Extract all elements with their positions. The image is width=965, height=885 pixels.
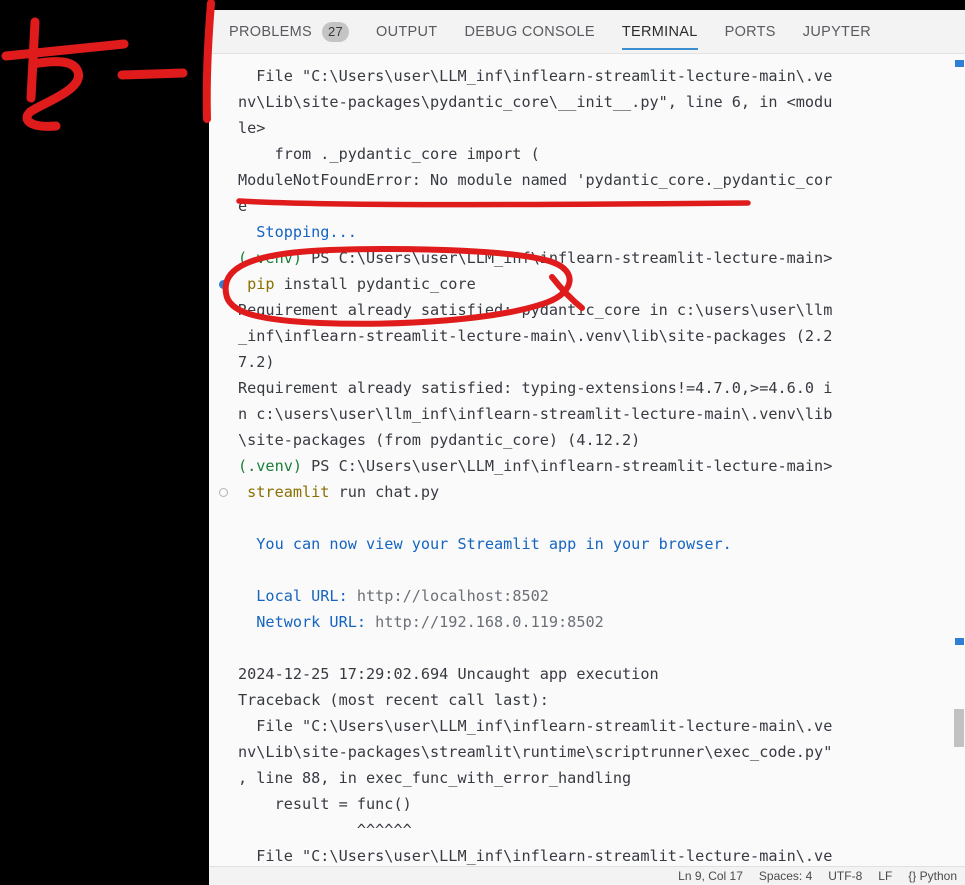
terminal-text: pip xyxy=(238,275,275,293)
terminal-text: result = func() xyxy=(238,795,412,813)
panel-tab-label: PORTS xyxy=(724,23,776,40)
terminal-text: streamlit xyxy=(238,483,330,501)
terminal-text: run chat.py xyxy=(329,483,440,501)
terminal-text: le> xyxy=(238,119,266,137)
terminal-line: n c:\users\user\llm_inf\inflearn-streaml… xyxy=(209,401,965,427)
panel-tabbar: PROBLEMS 27 OUTPUT DEBUG CONSOLE TERMINAL POR… xyxy=(209,10,965,54)
terminal-line: , line 88, in exec_func_with_error_handl… xyxy=(209,765,965,791)
terminal-text: n c:\users\user\llm_inf\inflearn-streaml… xyxy=(238,405,833,423)
terminal-text: _inf\inflearn-streamlit-lecture-main\.ve… xyxy=(238,327,833,345)
command-decoration-running-icon[interactable] xyxy=(219,488,228,497)
terminal-text: You can now view your Streamlit app in y… xyxy=(238,535,732,553)
overview-mark xyxy=(955,60,964,67)
terminal-text: install pydantic_core xyxy=(274,275,476,293)
terminal-line: pip install pydantic_core xyxy=(209,271,965,297)
terminal-text: http://localhost:8502 xyxy=(356,587,549,605)
terminal-text: nv\Lib\site-packages\pydantic_core\__ini… xyxy=(238,93,833,111)
status-bar-item[interactable]: UTF-8 xyxy=(828,869,862,883)
terminal-line: streamlit run chat.py xyxy=(209,479,965,505)
terminal-line: from ._pydantic_core import ( xyxy=(209,141,965,167)
terminal-text: ModuleNotFoundError: No module named 'py… xyxy=(238,171,833,189)
terminal-text: File "C:\Users\user\LLM_inf\inflearn-str… xyxy=(238,847,833,865)
terminal-text: Traceback (most recent call last): xyxy=(238,691,549,709)
vscode-bottom-panel: PROBLEMS 27 OUTPUT DEBUG CONSOLE TERMINAL POR… xyxy=(209,0,965,885)
terminal-line: 7.2) xyxy=(209,349,965,375)
terminal-text: http://192.168.0.119:8502 xyxy=(375,613,604,631)
terminal-text: File "C:\Users\user\LLM_inf\inflearn-str… xyxy=(238,67,833,85)
terminal-output[interactable]: File "C:\Users\user\LLM_inf\inflearn-str… xyxy=(209,54,965,866)
panel-tab-label: PROBLEMS xyxy=(229,23,312,40)
panel-tab-terminal[interactable]: TERMINAL xyxy=(621,10,698,54)
terminal-line: _inf\inflearn-streamlit-lecture-main\.ve… xyxy=(209,323,965,349)
panel-tab-label: TERMINAL xyxy=(621,23,698,40)
terminal-line: le> xyxy=(209,115,965,141)
terminal-text: Requirement already satisfied: typing-ex… xyxy=(238,379,833,397)
problems-count-badge: 27 xyxy=(321,21,350,42)
terminal-text: (.venv) xyxy=(238,249,303,267)
panel-tab-debug-console[interactable]: DEBUG CONSOLE xyxy=(464,10,594,54)
panel-top-fill xyxy=(209,0,965,10)
status-bar-item[interactable]: Spaces: 4 xyxy=(759,869,812,883)
terminal-text: PS C:\Users\user\LLM_inf\inflearn-stream… xyxy=(302,249,833,267)
terminal-text: from ._pydantic_core import ( xyxy=(238,145,540,163)
screenshot-root: PROBLEMS 27 OUTPUT DEBUG CONSOLE TERMINAL POR… xyxy=(0,0,965,885)
command-decoration-success-icon[interactable] xyxy=(219,280,228,289)
left-black-margin xyxy=(0,0,209,885)
terminal-text: nv\Lib\site-packages\streamlit\runtime\s… xyxy=(238,743,833,761)
terminal-text: , line 88, in exec_func_with_error_handl… xyxy=(238,769,632,787)
terminal-text: File "C:\Users\user\LLM_inf\inflearn-str… xyxy=(238,717,833,735)
terminal-line: ^^^^^^ xyxy=(209,817,965,843)
terminal-line: Stopping... xyxy=(209,219,965,245)
terminal-text: Stopping... xyxy=(238,223,357,241)
panel-tab-problems[interactable]: PROBLEMS 27 xyxy=(229,10,350,54)
status-bar-item[interactable]: LF xyxy=(878,869,892,883)
terminal-line: (.venv) PS C:\Users\user\LLM_inf\inflear… xyxy=(209,245,965,271)
terminal-line: Requirement already satisfied: typing-ex… xyxy=(209,375,965,401)
terminal-line: File "C:\Users\user\LLM_inf\inflearn-str… xyxy=(209,713,965,739)
terminal-line: result = func() xyxy=(209,791,965,817)
panel-tab-label: DEBUG CONSOLE xyxy=(464,23,595,40)
terminal-line: File "C:\Users\user\LLM_inf\inflearn-str… xyxy=(209,63,965,89)
terminal-text: ^^^^^^ xyxy=(238,821,412,839)
terminal-text: (.venv) xyxy=(238,457,303,475)
status-bar-item[interactable]: {} Python xyxy=(908,869,957,883)
terminal-text: e' xyxy=(238,197,257,215)
terminal-line: You can now view your Streamlit app in y… xyxy=(209,531,965,557)
panel-tab-label: JUPYTER xyxy=(802,23,871,40)
terminal-text: Network URL: xyxy=(238,613,376,631)
terminal-text: Local URL: xyxy=(238,587,357,605)
terminal-line: Traceback (most recent call last): xyxy=(209,687,965,713)
terminal-scrollbar[interactable] xyxy=(951,54,965,866)
terminal-line: (.venv) PS C:\Users\user\LLM_inf\inflear… xyxy=(209,453,965,479)
terminal-text: 2024-12-25 17:29:02.694 Uncaught app exe… xyxy=(238,665,659,683)
terminal-text: 7.2) xyxy=(238,353,275,371)
terminal-line: 2024-12-25 17:29:02.694 Uncaught app exe… xyxy=(209,661,965,687)
panel-tab-ports[interactable]: PORTS xyxy=(725,10,776,54)
terminal-text: PS C:\Users\user\LLM_inf\inflearn-stream… xyxy=(302,457,833,475)
terminal-line: Network URL: http://192.168.0.119:8502 xyxy=(209,609,965,635)
terminal-line: e' xyxy=(209,193,965,219)
status-bar-item[interactable]: Ln 9, Col 17 xyxy=(678,869,743,883)
overview-mark xyxy=(955,638,964,645)
status-bar: Ln 9, Col 17 Spaces: 4 UTF-8 LF {} Python xyxy=(209,866,965,885)
terminal-text: Requirement already satisfied: pydantic_… xyxy=(238,301,833,319)
panel-tab-jupyter[interactable]: JUPYTER xyxy=(803,10,871,54)
terminal-line: File "C:\Users\user\LLM_inf\inflearn-str… xyxy=(209,843,965,866)
terminal-line: \site-packages (from pydantic_core) (4.1… xyxy=(209,427,965,453)
panel-tab-output[interactable]: OUTPUT xyxy=(376,10,437,54)
terminal-text: \site-packages (from pydantic_core) (4.1… xyxy=(238,431,641,449)
terminal-line: Local URL: http://localhost:8502 xyxy=(209,583,965,609)
terminal-line: ModuleNotFoundError: No module named 'py… xyxy=(209,167,965,193)
terminal-line: nv\Lib\site-packages\streamlit\runtime\s… xyxy=(209,739,965,765)
terminal-line: nv\Lib\site-packages\pydantic_core\__ini… xyxy=(209,89,965,115)
terminal-line: Requirement already satisfied: pydantic_… xyxy=(209,297,965,323)
scrollbar-thumb[interactable] xyxy=(954,709,964,747)
panel-tab-label: OUTPUT xyxy=(376,23,438,40)
